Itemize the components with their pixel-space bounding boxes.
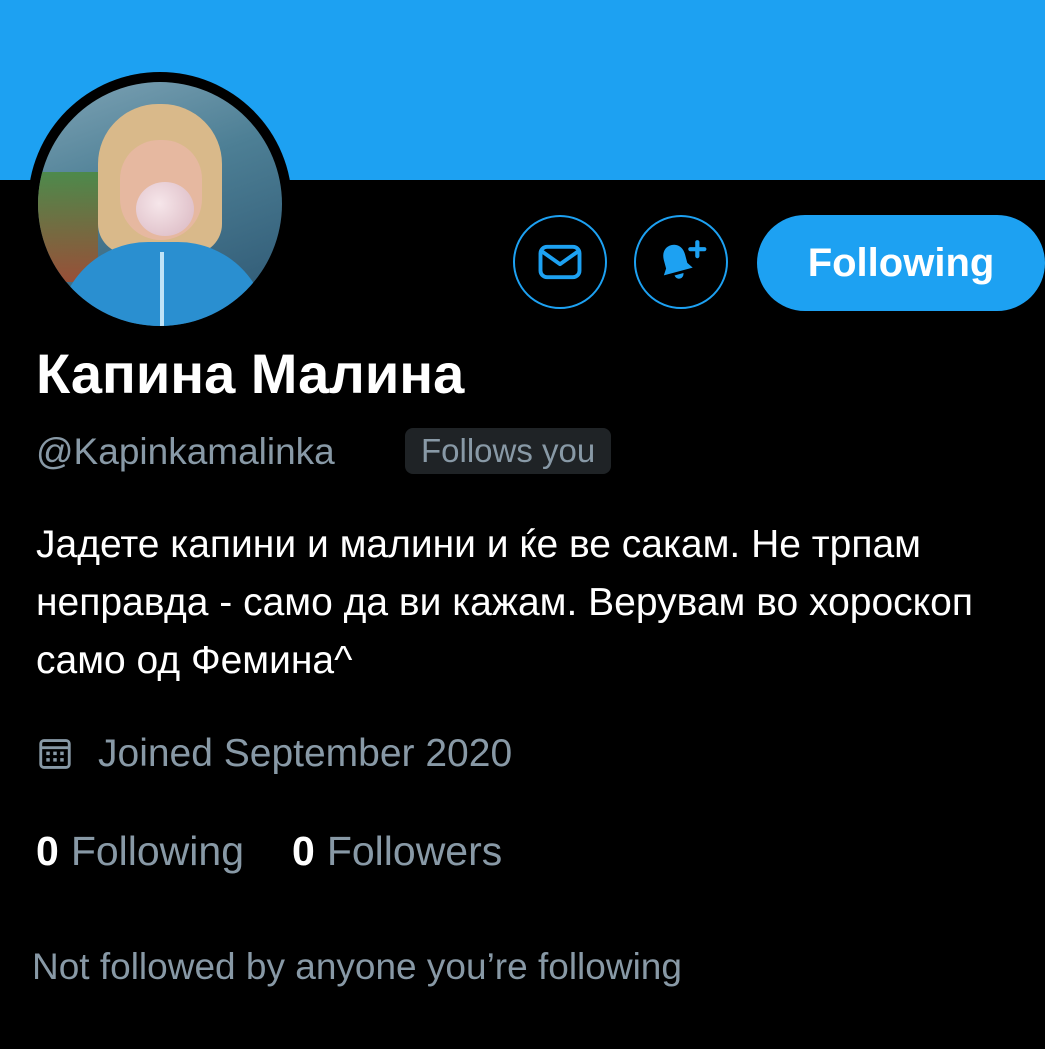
mutual-followers-text: Not followed by anyone you’re following bbox=[32, 946, 682, 987]
followers-count: 0 bbox=[292, 828, 315, 874]
joined-text: Joined September 2020 bbox=[98, 732, 513, 775]
notifications-button[interactable] bbox=[634, 215, 728, 309]
username-handle: @Kapinkamalinka bbox=[36, 431, 335, 472]
envelope-icon bbox=[538, 244, 582, 280]
follow-stats: 0 Following 0 Followers bbox=[36, 822, 502, 880]
calendar-icon bbox=[39, 739, 71, 769]
follows-you-badge: Follows you bbox=[405, 428, 612, 474]
message-button[interactable] bbox=[513, 215, 607, 309]
following-label: Following bbox=[70, 828, 245, 874]
following-button[interactable]: Following bbox=[757, 215, 1045, 311]
joined-date: Joined September 2020 bbox=[36, 726, 512, 782]
bell-plus-icon bbox=[663, 240, 707, 279]
avatar[interactable] bbox=[28, 72, 292, 336]
followers-label: Followers bbox=[326, 828, 503, 874]
profile-bio: Јадете капини и малини и ќе ве сакам. Не… bbox=[36, 523, 973, 682]
avatar-photo bbox=[38, 82, 282, 326]
following-count: 0 bbox=[36, 828, 59, 874]
followers-stat[interactable]: 0 Followers bbox=[292, 822, 502, 880]
display-name: Капина Малина bbox=[36, 342, 465, 405]
following-stat[interactable]: 0 Following bbox=[36, 822, 244, 880]
